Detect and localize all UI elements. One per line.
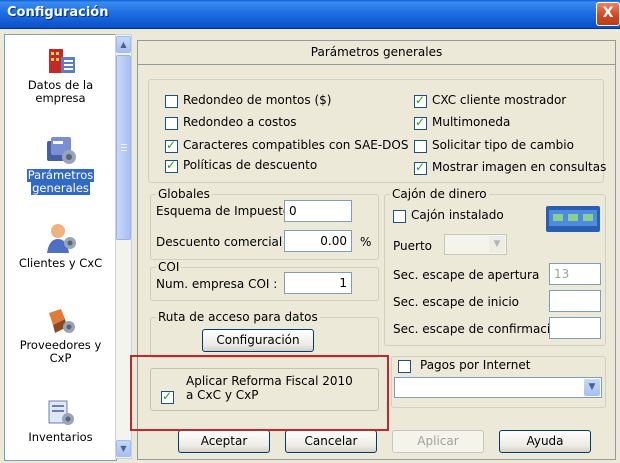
cajon-instalado-label: Cajón instalado [411, 208, 504, 222]
sidebar-item-label: empresa [35, 91, 86, 105]
cajon-dinero-legend: Cajón de dinero [390, 187, 489, 201]
sidebar-item-inventarios[interactable]: Inventarios [5, 395, 116, 444]
escape-confirmacion-input[interactable] [549, 317, 601, 339]
scroll-down-button[interactable]: ▼ [116, 440, 131, 457]
coi-legend: COI [156, 260, 182, 274]
mostrar-imagen-label: Mostrar imagen en consultas [432, 160, 607, 174]
multimoneda-checkbox[interactable] [414, 115, 427, 130]
descuento-comercial-label: Descuento comercial [156, 235, 283, 249]
sidebar-item-clientes[interactable]: Clientes y CxC [5, 221, 116, 270]
sidebar-item-label: generales [31, 181, 90, 195]
sidebar-item-datos-empresa[interactable]: Datos de la empresa [5, 43, 116, 105]
descuento-comercial-input[interactable]: 0.00 [284, 230, 352, 252]
sidebar[interactable]: Datos de la empresa Parámetros generales… [4, 34, 117, 461]
chevron-down-icon: ▼ [489, 236, 505, 253]
escape-confirmacion-label: Sec. escape de confirmación [393, 322, 566, 336]
escape-inicio-label: Sec. escape de inicio [393, 295, 519, 309]
sidebar-item-proveedores[interactable]: Proveedores y CxP [5, 303, 116, 365]
coi-group: COI Num. empresa COI : 1 [150, 260, 379, 301]
cancelar-button[interactable]: Cancelar [285, 430, 377, 453]
close-button[interactable]: X [596, 2, 620, 26]
globales-group: Globales Esquema de Impuesto 0 Descuento… [150, 187, 379, 260]
building-icon [48, 49, 75, 73]
highlight-box [130, 355, 389, 431]
panel-title: Parámetros generales [138, 41, 615, 65]
esquema-impuesto-input[interactable]: 0 [284, 200, 352, 222]
cash-drawer-icon [546, 206, 600, 232]
inventory-icon [48, 400, 74, 425]
sidebar-item-parametros-generales[interactable]: Parámetros generales [5, 133, 116, 195]
aplicar-button[interactable]: Aplicar [392, 430, 484, 453]
escape-inicio-input[interactable] [549, 290, 601, 312]
chevron-down-icon: ▼ [584, 379, 600, 396]
escape-apertura-label: Sec. escape de apertura [393, 268, 540, 282]
cajon-instalado-checkbox[interactable] [393, 210, 406, 223]
redondeo-costos-checkbox[interactable] [165, 117, 178, 130]
supplier-icon [48, 309, 75, 333]
window-title: Configuración [7, 5, 109, 20]
globales-legend: Globales [156, 187, 212, 201]
redondeo-montos-label: Redondeo de montos ($) [183, 93, 332, 107]
politicas-descuento-label: Políticas de descuento [183, 158, 318, 172]
sidebar-item-label: Clientes y CxC [18, 256, 103, 270]
cxc-cliente-mostrador-label: CXC cliente mostrador [432, 93, 567, 107]
cajon-dinero-group: Cajón de dinero Cajón instalado Puerto ▼… [384, 187, 606, 346]
esquema-impuesto-label: Esquema de Impuesto [156, 204, 291, 218]
scroll-thumb[interactable] [116, 55, 131, 240]
num-empresa-coi-input[interactable]: 1 [284, 272, 352, 294]
caracteres-compatibles-label: Caracteres compatibles con SAE-DOS [183, 138, 409, 152]
multimoneda-label: Multimoneda [432, 115, 511, 129]
pagos-internet-label: Pagos por Internet [418, 358, 533, 372]
politicas-descuento-checkbox[interactable] [165, 158, 178, 173]
cxc-cliente-mostrador-checkbox[interactable] [414, 93, 427, 108]
puerto-label: Puerto [393, 239, 432, 253]
redondeo-costos-label: Redondeo a costos [183, 115, 297, 129]
customer-icon [46, 224, 76, 253]
redondeo-montos-checkbox[interactable] [165, 95, 178, 108]
sidebar-item-label: CxP [49, 351, 72, 365]
ruta-acceso-legend: Ruta de acceso para datos [156, 310, 320, 324]
solicitar-tipo-cambio-checkbox[interactable] [414, 140, 427, 153]
num-empresa-coi-label: Num. empresa COI : [156, 277, 278, 291]
caracteres-compatibles-checkbox[interactable] [165, 138, 178, 153]
title-bar: Configuración X [0, 0, 620, 29]
puerto-select[interactable]: ▼ [444, 234, 507, 255]
sidebar-item-label: Inventarios [28, 430, 93, 444]
mostrar-imagen-checkbox[interactable] [414, 160, 427, 175]
escape-apertura-input[interactable]: 13 [549, 263, 601, 285]
pagos-internet-group: Pagos por Internet ▼ [391, 356, 606, 408]
aceptar-button[interactable]: Aceptar [178, 430, 270, 453]
ruta-acceso-group: Ruta de acceso para datos Configuración [150, 310, 379, 358]
scroll-up-button[interactable]: ▲ [116, 36, 131, 53]
ayuda-button[interactable]: Ayuda [499, 430, 591, 453]
gears-icon [46, 137, 76, 164]
pagos-internet-select[interactable]: ▼ [394, 377, 602, 398]
configuracion-button[interactable]: Configuración [202, 329, 314, 352]
percent-label: % [360, 235, 372, 249]
solicitar-tipo-cambio-label: Solicitar tipo de cambio [432, 138, 574, 152]
options-group: Redondeo de montos ($) Redondeo a costos… [148, 79, 607, 183]
pagos-internet-checkbox[interactable] [398, 360, 411, 373]
